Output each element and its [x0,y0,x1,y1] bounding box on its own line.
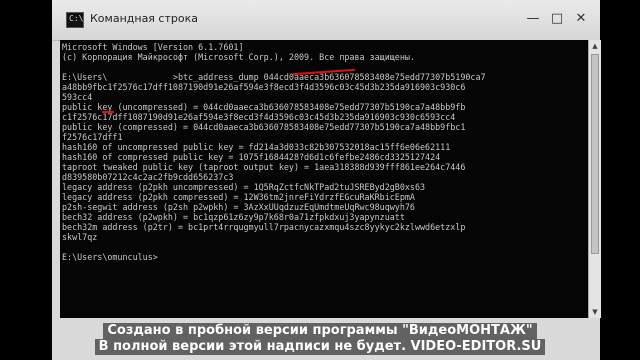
console-line: a48bb9fbc1f2576c17dff1087190d91e26af594e… [62,82,466,92]
watermark-line-1: Создано в пробной версии программы "Виде… [103,323,537,339]
console-line: bech32 address (p2wpkh) = bc1qzp61z6zy9p… [62,212,405,222]
console-output[interactable]: Microsoft Windows [Version 6.1.7601] (с) … [60,40,588,318]
maximize-icon[interactable]: □ [546,10,568,28]
console-line: (с) Корпорация Майкрософт (Microsoft Cor… [62,52,415,62]
watermark: Создано в пробной версии программы "Виде… [0,320,640,360]
console-line: hash160 of uncompressed public key = fd2… [62,142,451,152]
window-title: Командная строка [90,12,198,25]
minimize-icon[interactable]: — [522,10,544,28]
console-line: c1f2576c17dff1087190d91e26af594e3f8ecd3f… [62,112,456,122]
console-line: Microsoft Windows [Version 6.1.7601] [62,42,244,52]
close-icon[interactable]: ✕ [570,10,592,28]
console-line: 593cc4 [62,92,93,102]
title-bar[interactable]: C:\ Командная строка — □ ✕ [52,0,600,41]
console-line: legacy address (p2pkh uncompressed) = 1Q… [62,182,426,192]
watermark-line-2: В полной версии этой надписи не будет. V… [94,339,546,355]
annotation-underline [102,111,114,113]
scrollbar-thumb[interactable] [591,54,599,254]
console-line: skwl7qz [62,232,98,242]
console-line: taproot tweaked public key (taproot outp… [62,162,466,172]
scroll-down-icon[interactable]: ▼ [589,306,601,318]
console-line: E:\Users\ >btc_address_dump 044cd0aaeca3… [62,72,486,82]
console-line: d839580b07212c4c2ac2fb9cdd656237c3 [62,172,234,182]
console-line: f2576c17dff1 [62,132,123,142]
console-line: legacy address (p2pkh compressed) = 12W3… [62,192,415,202]
console-line: p2sh-segwit address (p2sh p2wpkh) = 3AzX… [62,202,415,212]
cmd-icon: C:\ [66,12,84,28]
console-line: E:\Users\omunculus> [62,252,158,262]
vertical-scrollbar[interactable]: ▲ ▼ [588,40,601,318]
scroll-up-icon[interactable]: ▲ [589,40,601,52]
console-line: public key (uncompressed) = 044cd0aaeca3… [62,102,466,112]
console-line: hash160 of compressed public key = 1075f… [62,152,441,162]
console-line: public key (compressed) = 044cd0aaeca3b6… [62,122,466,132]
console-line: bech32m address (p2tr) = bc1prt4rrqugmyu… [62,222,466,232]
